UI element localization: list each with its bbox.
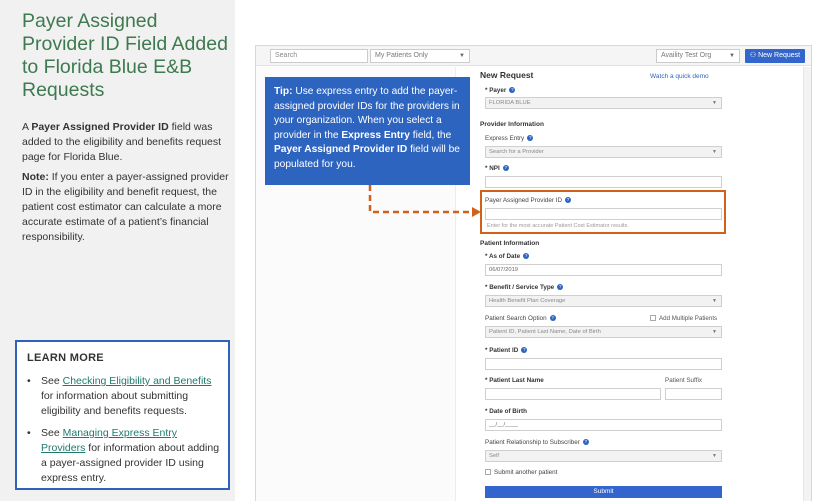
tip-text: field, the bbox=[409, 129, 452, 141]
tip-bold: Payer Assigned Provider ID bbox=[274, 144, 408, 156]
patients-filter-value: My Patients Only bbox=[375, 52, 428, 59]
last-name-label: * Patient Last Name bbox=[485, 377, 544, 384]
note-paragraph: Note: If you enter a payer-assigned prov… bbox=[22, 170, 230, 245]
dob-label: * Date of Birth bbox=[485, 408, 527, 415]
page-title: Payer Assigned Provider ID Field Added t… bbox=[22, 10, 228, 101]
item-prefix: See bbox=[41, 375, 63, 387]
patients-filter-dropdown[interactable]: My Patients Only ▼ bbox=[370, 49, 470, 63]
org-value: Availity Test Org bbox=[661, 52, 712, 59]
tip-bold: Express Entry bbox=[341, 129, 410, 141]
org-dropdown[interactable]: Availity Test Org ▼ bbox=[656, 49, 740, 63]
provider-section-heading: Provider Information bbox=[480, 121, 544, 128]
help-icon[interactable]: ? bbox=[582, 439, 589, 446]
chevron-down-icon: ▼ bbox=[712, 149, 717, 155]
payer-label: * Payer? bbox=[485, 87, 516, 94]
patient-id-label: * Patient ID? bbox=[485, 347, 528, 354]
intro-paragraph: A Payer Assigned Provider ID field was a… bbox=[22, 120, 230, 165]
new-request-label: New Request bbox=[758, 52, 801, 59]
tip-callout: Tip: Use express entry to add the payer-… bbox=[265, 77, 470, 185]
chevron-down-icon: ▼ bbox=[729, 53, 735, 59]
scrollbar[interactable] bbox=[803, 67, 811, 501]
benefit-type-label: * Benefit / Service Type? bbox=[485, 284, 564, 291]
dob-input[interactable]: __/__/____ bbox=[485, 419, 722, 431]
help-icon[interactable]: ? bbox=[523, 253, 530, 260]
chevron-down-icon: ▼ bbox=[459, 53, 465, 59]
user-plus-icon: ⚇ bbox=[749, 52, 759, 59]
help-icon[interactable]: ? bbox=[549, 315, 556, 322]
chevron-down-icon: ▼ bbox=[712, 453, 717, 459]
relationship-select[interactable]: Self ▼ bbox=[485, 450, 722, 462]
search-option-select[interactable]: Patient ID, Patient Last Name, Date of B… bbox=[485, 326, 722, 338]
info-panel: Payer Assigned Provider ID Field Added t… bbox=[0, 0, 235, 501]
as-of-date-input[interactable]: 06/07/2019 bbox=[485, 264, 722, 276]
bullet: • bbox=[27, 375, 31, 387]
patient-id-input[interactable] bbox=[485, 358, 722, 370]
suffix-input[interactable] bbox=[665, 388, 722, 400]
new-request-form: New Request Watch a quick demo * Payer? … bbox=[480, 66, 725, 501]
help-icon[interactable]: ? bbox=[521, 347, 528, 354]
learn-more-heading: LEARN MORE bbox=[27, 352, 104, 364]
chevron-down-icon: ▼ bbox=[712, 329, 717, 335]
last-name-input[interactable] bbox=[485, 388, 661, 400]
help-icon[interactable]: ? bbox=[557, 284, 564, 291]
add-multiple-checkbox[interactable] bbox=[650, 315, 656, 322]
express-entry-select[interactable]: Search for a Provider ▼ bbox=[485, 146, 722, 158]
npi-input[interactable] bbox=[485, 176, 722, 188]
watch-demo-link[interactable]: Watch a quick demo bbox=[650, 73, 709, 80]
learn-more-item: • See Checking Eligibility and Benefits … bbox=[27, 374, 222, 419]
learn-more-item: • See Managing Express Entry Providers f… bbox=[27, 426, 222, 486]
item-suffix: for information about submitting eligibi… bbox=[41, 390, 189, 417]
chevron-down-icon: ▼ bbox=[712, 298, 717, 304]
intro-prefix: A bbox=[22, 121, 32, 133]
relationship-label: Patient Relationship to Subscriber? bbox=[485, 439, 589, 446]
submit-another-option[interactable]: Submit another patient bbox=[485, 469, 557, 476]
intro-bold: Payer Assigned Provider ID bbox=[31, 121, 169, 133]
payer-provider-id-highlight bbox=[480, 190, 726, 234]
add-multiple-patients[interactable]: Add Multiple Patients bbox=[650, 315, 717, 322]
new-request-button[interactable]: ⚇ New Request bbox=[745, 49, 805, 63]
item-prefix: See bbox=[41, 427, 63, 439]
payer-select[interactable]: FLORIDA BLUE ▼ bbox=[485, 97, 722, 109]
submit-another-checkbox[interactable] bbox=[485, 469, 491, 476]
note-label: Note: bbox=[22, 171, 49, 183]
express-entry-label: Express Entry? bbox=[485, 135, 534, 142]
search-input[interactable]: Search bbox=[270, 49, 368, 63]
patient-section-heading: Patient Information bbox=[480, 240, 540, 247]
help-icon[interactable]: ? bbox=[502, 165, 509, 172]
learn-more-box: LEARN MORE • See Checking Eligibility an… bbox=[15, 340, 230, 490]
tip-label: Tip: bbox=[274, 86, 293, 97]
help-icon[interactable]: ? bbox=[527, 135, 534, 142]
form-title: New Request bbox=[480, 70, 534, 80]
chevron-down-icon: ▼ bbox=[712, 100, 717, 106]
checking-eligibility-link[interactable]: Checking Eligibility and Benefits bbox=[63, 375, 212, 387]
submit-button[interactable]: Submit bbox=[485, 486, 722, 498]
help-icon[interactable]: ? bbox=[509, 87, 516, 94]
search-option-label: Patient Search Option? bbox=[485, 315, 556, 322]
npi-label: * NPI? bbox=[485, 165, 509, 172]
dashed-arrow-icon bbox=[368, 185, 481, 217]
as-of-date-label: * As of Date? bbox=[485, 253, 530, 260]
suffix-label: Patient Suffix bbox=[665, 377, 702, 384]
benefit-type-select[interactable]: Health Benefit Plan Coverage ▼ bbox=[485, 295, 722, 307]
app-topbar: Search My Patients Only ▼ Availity Test O… bbox=[256, 46, 811, 66]
note-text: If you enter a payer-assigned provider I… bbox=[22, 171, 229, 243]
bullet: • bbox=[27, 427, 31, 439]
